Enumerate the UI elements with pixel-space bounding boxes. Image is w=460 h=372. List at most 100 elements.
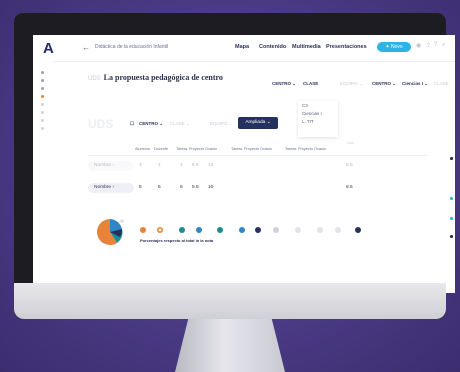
scroll-indicator[interactable] xyxy=(450,197,453,200)
mini-pie-icon xyxy=(140,227,146,233)
breadcrumb[interactable]: Didáctica de la educación Infantil xyxy=(95,44,168,50)
filter-centro-label: CENTRO xyxy=(139,121,158,126)
sidenav-item-2[interactable] xyxy=(41,79,44,82)
table-cell: 5.5 xyxy=(192,185,199,190)
chevron-down-icon: ⌄ xyxy=(424,81,429,86)
pie-badge-icon xyxy=(120,219,124,223)
ampliada-button[interactable]: Ampliada ⌄ xyxy=(238,117,278,129)
nav-multimedia[interactable]: Multimedia xyxy=(292,44,321,50)
col-header: Proyecto xyxy=(298,147,313,151)
table-cell: 8.5 xyxy=(346,163,353,168)
summary-pie-chart xyxy=(96,219,124,246)
novo-label: Novo xyxy=(390,44,403,50)
mini-pie-icon xyxy=(157,227,163,233)
dropdown-option[interactable]: C3 xyxy=(298,101,338,109)
table-cell: 6 xyxy=(158,185,161,190)
table-cell: 5 xyxy=(139,185,142,190)
chevron-down-icon: ⌄ xyxy=(292,81,297,86)
nav-contenido[interactable]: Contenido xyxy=(259,44,286,50)
monitor-chin xyxy=(14,283,446,319)
help-icon[interactable]: ? xyxy=(434,42,437,48)
chevron-right-icon: › xyxy=(112,163,115,168)
col-header: Tareas xyxy=(285,147,297,151)
clase2-select[interactable]: CLASE xyxy=(434,79,449,88)
table-cell: 4 xyxy=(158,163,161,168)
title-tag: UDS xyxy=(88,76,101,82)
clase-select[interactable]: CLASE xyxy=(303,79,318,88)
sidenav-item-active[interactable] xyxy=(41,95,44,98)
mini-pie-icon xyxy=(179,227,185,233)
table-cell: 5.5 xyxy=(192,163,199,168)
equipo-select[interactable]: EQUIPO ⌄ xyxy=(340,79,363,88)
search-icon[interactable]: ⌕ xyxy=(442,42,445,49)
user-icon[interactable]: ◉ xyxy=(416,42,421,49)
col-header: Tareas xyxy=(176,147,188,151)
table-cell: 10 xyxy=(208,185,214,190)
col-header: Proyecto xyxy=(244,147,259,151)
dropdown-option[interactable]: Ciencias I xyxy=(298,109,338,117)
col-header: Ocasio xyxy=(205,147,217,151)
arrow-left-icon[interactable]: ← xyxy=(82,43,90,52)
sidenav-item-8[interactable] xyxy=(41,127,44,130)
col-header: Alumnos xyxy=(135,147,150,151)
sidenav-item-3[interactable] xyxy=(41,87,44,90)
filter-clase[interactable]: CLASE ⌄ xyxy=(170,118,190,130)
table-row-name[interactable]: Nombre › xyxy=(88,161,134,171)
mini-pie-icon xyxy=(196,227,202,233)
ciencias-select[interactable]: Ciencias I ⌄ xyxy=(402,79,428,88)
page-title: UDS La propuesta pedagógica de centro xyxy=(88,73,223,82)
sidenav-item-5[interactable] xyxy=(41,103,44,106)
col-header: Docente xyxy=(154,147,169,151)
filter-equipo-label: EQUIPO xyxy=(210,121,228,126)
ampliada-label: Ampliada xyxy=(245,120,266,125)
sidenav-item-1[interactable] xyxy=(41,71,44,74)
table-cell: 4 xyxy=(139,163,142,168)
scroll-indicator[interactable] xyxy=(450,235,453,238)
col-header: Ocasio xyxy=(314,147,326,151)
novo-button[interactable]: ✦ Novo xyxy=(377,42,411,52)
sidenav-item-6[interactable] xyxy=(41,111,44,114)
empty-cell: · xyxy=(253,185,255,190)
col-header: Tareas xyxy=(231,147,243,151)
filter-centro[interactable]: CENTRO ⌄ xyxy=(139,118,163,130)
table-cell: 4 xyxy=(180,163,183,168)
col-header: Proyecto xyxy=(189,147,204,151)
centro-select[interactable]: CENTRO ⌄ xyxy=(272,79,296,88)
scroll-indicator[interactable] xyxy=(450,157,453,160)
empty-cell: · xyxy=(273,185,275,190)
table-cell: 6 xyxy=(180,185,183,190)
empty-cell: · xyxy=(293,185,295,190)
app-logo[interactable]: A xyxy=(43,40,54,57)
mini-pie-icon xyxy=(239,227,245,233)
table-row-name[interactable]: Nombre › xyxy=(88,183,134,193)
share-icon[interactable]: ⇪ xyxy=(426,42,431,49)
clase-label: CLASE xyxy=(303,81,319,86)
row-divider xyxy=(88,155,428,156)
centro2-select[interactable]: CENTRO ⌄ xyxy=(372,79,396,88)
nav-presentaciones[interactable]: Presentaciones xyxy=(326,44,367,50)
row-name-label: Nombre xyxy=(94,185,112,190)
chevron-right-icon: › xyxy=(112,185,115,190)
sidenav-item-7[interactable] xyxy=(41,119,44,122)
filter-bar: ☐ CENTRO ⌄ CLASE ⌄ EQUIPO ⌄ xyxy=(130,118,340,130)
nav-mapa[interactable]: Mapa xyxy=(235,44,249,50)
chevron-down-icon: ⌄ xyxy=(392,81,397,86)
ciencias-label: Ciencias I xyxy=(402,81,424,86)
empty-cell: · xyxy=(313,185,315,190)
monitor-stand xyxy=(175,319,285,372)
mini-pie-icon xyxy=(335,227,341,233)
mini-pie-icon xyxy=(355,227,361,233)
filter-equipo[interactable]: EQUIPO ⌄ xyxy=(210,118,233,130)
centro2-label: CENTRO xyxy=(372,81,391,86)
scroll-indicator[interactable] xyxy=(450,217,453,220)
side-nav xyxy=(33,61,53,293)
top-bar: A ← Didáctica de la educación Infantil M… xyxy=(33,35,455,62)
centro-label: CENTRO xyxy=(272,81,291,86)
monitor-frame: A ← Didáctica de la educación Infantil M… xyxy=(14,13,455,319)
title-text: La propuesta pedagógica de centro xyxy=(103,73,223,82)
section-tag: UDS xyxy=(88,117,114,131)
filter-checkbox-icon[interactable]: ☐ xyxy=(130,118,134,130)
table-cell: 8.5 xyxy=(346,185,353,190)
mini-pie-icon xyxy=(295,227,301,233)
clase2-label: CLASE xyxy=(434,81,449,86)
